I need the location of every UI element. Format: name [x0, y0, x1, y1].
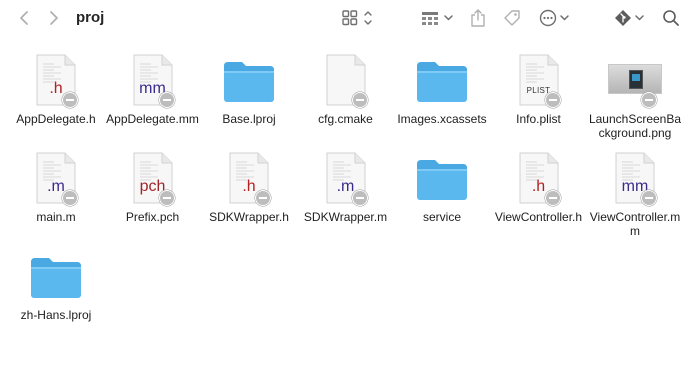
folder-icon	[410, 46, 474, 108]
header-file-icon: .h	[217, 144, 281, 206]
folder-icon	[410, 144, 474, 206]
view-mode-button[interactable]	[340, 6, 374, 30]
image-thumbnail	[608, 64, 662, 94]
folder-icon	[217, 46, 281, 108]
minus-badge-icon	[641, 190, 657, 206]
plist-file-icon: PLIST	[507, 46, 571, 108]
icon-grid-icon	[342, 10, 372, 26]
minus-badge-icon	[62, 190, 78, 206]
minus-badge-icon	[158, 92, 175, 108]
file-item[interactable]: mm AppDelegate.mm	[105, 46, 201, 126]
folder-icon	[24, 242, 88, 304]
file-name: cfg.cmake	[318, 112, 373, 126]
file-name: main.m	[36, 210, 76, 224]
folder-shape	[417, 160, 467, 200]
git-diamond-icon	[615, 10, 644, 26]
window-title: proj	[76, 9, 105, 26]
file-name: SDKWrapper.h	[209, 210, 289, 224]
file-name: ViewController.mm	[589, 210, 681, 238]
objc-file-icon: .m	[314, 144, 378, 206]
minus-badge-icon	[351, 92, 368, 108]
chevron-right-icon	[50, 11, 58, 25]
file-item[interactable]: .h AppDelegate.h	[8, 46, 104, 126]
tag-icon	[504, 10, 520, 26]
file-name: Images.xcassets	[397, 112, 487, 126]
chevron-left-icon	[20, 11, 28, 25]
file-item[interactable]: Base.lproj	[201, 46, 297, 126]
file-item[interactable]: Images.xcassets	[394, 46, 490, 126]
file-item[interactable]: zh-Hans.lproj	[8, 242, 104, 322]
file-name: LaunchScreenBackground.png	[588, 112, 682, 140]
pch-file-icon: pch	[121, 144, 185, 206]
minus-badge-icon	[158, 190, 175, 206]
file-item[interactable]: mm ViewController.mm	[587, 144, 683, 238]
folder-shape	[224, 62, 274, 102]
forward-button[interactable]	[44, 6, 64, 30]
objcpp-file-icon: mm	[121, 46, 185, 108]
share-button[interactable]	[468, 6, 488, 30]
minus-badge-icon	[62, 92, 78, 108]
minus-badge-icon	[255, 190, 271, 206]
file-name: Prefix.pch	[125, 210, 180, 224]
header-file-icon: .h	[24, 46, 88, 108]
file-name: ViewController.h	[494, 210, 583, 224]
file-name: AppDelegate.h	[16, 112, 96, 126]
search-button[interactable]	[660, 6, 682, 30]
file-item[interactable]: service	[394, 144, 490, 224]
file-item[interactable]: PLIST Info.plist	[491, 46, 587, 126]
minus-badge-icon	[351, 190, 368, 206]
group-icon	[422, 12, 453, 25]
share-icon	[471, 9, 485, 27]
folder-shape	[31, 258, 81, 298]
tags-button[interactable]	[500, 6, 524, 30]
minus-badge-icon	[641, 92, 657, 108]
image-file-icon	[603, 46, 667, 108]
file-name: Info.plist	[516, 112, 561, 126]
file-name: SDKWrapper.m	[303, 210, 388, 224]
file-name: zh-Hans.lproj	[20, 308, 92, 322]
header-file-icon: .h	[507, 144, 571, 206]
file-name: service	[422, 210, 461, 224]
group-by-button[interactable]	[420, 6, 456, 30]
file-item[interactable]: cfg.cmake	[298, 46, 394, 126]
search-icon	[663, 10, 679, 26]
action-menu-button[interactable]	[538, 6, 572, 30]
toolbar: proj	[0, 0, 690, 38]
file-item[interactable]: pch Prefix.pch	[105, 144, 201, 224]
file-name: Base.lproj	[222, 112, 276, 126]
minus-badge-icon	[544, 92, 561, 108]
file-name: AppDelegate.mm	[106, 112, 199, 126]
file-item[interactable]: .m SDKWrapper.m	[298, 144, 394, 224]
file-item[interactable]: .m main.m	[8, 144, 104, 224]
minus-badge-icon	[544, 190, 561, 206]
ellipsis-circle-icon	[539, 9, 569, 27]
file-item[interactable]: .h SDKWrapper.h	[201, 144, 297, 224]
file-item[interactable]: LaunchScreenBackground.png	[587, 46, 683, 140]
objcpp-file-icon: mm	[603, 144, 667, 206]
source-control-button[interactable]	[614, 6, 648, 30]
back-button[interactable]	[14, 6, 34, 30]
file-item[interactable]: .h ViewController.h	[491, 144, 587, 224]
blank-file-icon	[314, 46, 378, 108]
objc-file-icon: .m	[24, 144, 88, 206]
folder-shape	[417, 62, 467, 102]
